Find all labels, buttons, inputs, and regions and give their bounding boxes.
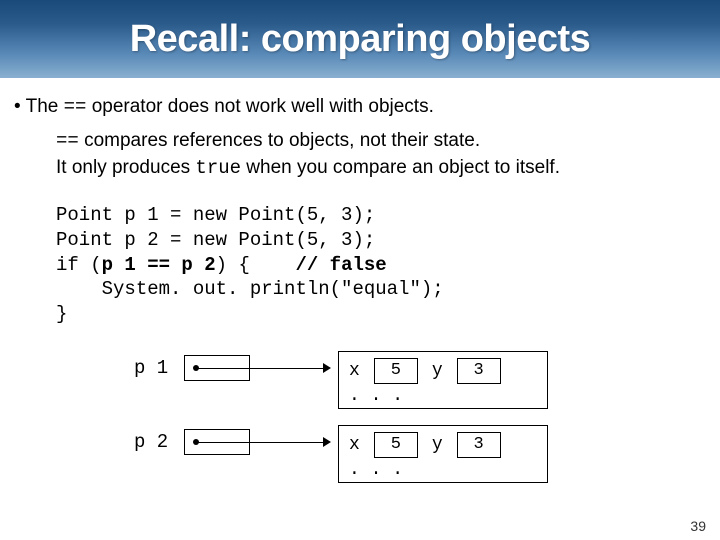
sub-line2-pre: It only produces	[56, 157, 195, 178]
code-l3b: p 1 == p 2	[102, 254, 216, 276]
ellipsis: . . .	[349, 458, 537, 480]
slide-header: Recall: comparing objects	[0, 0, 720, 78]
object-fields: x 5 y 3	[349, 432, 537, 458]
code-l5: }	[56, 303, 67, 325]
origin-dot	[193, 439, 199, 445]
field-x-value: 5	[374, 358, 418, 384]
sub-line1: compares references to objects, not thei…	[79, 130, 480, 151]
bullet-main: • The == operator does not work well wit…	[14, 96, 706, 118]
bullet-prefix: • The	[14, 96, 64, 117]
code-l1: Point p 1 = new Point(5, 3);	[56, 204, 375, 226]
memory-diagram: p 1 x 5 y 3 . . . p 2 x 5 y 3	[14, 351, 706, 483]
sub-line2-post: when you compare an object to itself.	[241, 157, 560, 178]
true-token: true	[195, 157, 241, 179]
reference-box	[184, 355, 250, 381]
page-number: 39	[690, 518, 706, 534]
slide-title: Recall: comparing objects	[130, 18, 591, 61]
field-y-label: y	[432, 361, 443, 381]
diagram-row: p 1 x 5 y 3 . . .	[134, 351, 706, 409]
code-example: Point p 1 = new Point(5, 3); Point p 2 =…	[14, 203, 706, 326]
origin-dot	[193, 365, 199, 371]
reference-box	[184, 429, 250, 455]
sub-explanation: == compares references to objects, not t…	[14, 128, 706, 181]
slide-content: • The == operator does not work well wit…	[0, 78, 720, 483]
field-x-label: x	[349, 435, 360, 455]
object-fields: x 5 y 3	[349, 358, 537, 384]
code-l3d: // false	[295, 254, 386, 276]
field-y-value: 3	[457, 358, 501, 384]
var-label: p 1	[134, 351, 184, 379]
var-label: p 2	[134, 425, 184, 453]
code-l3c: ) {	[216, 254, 296, 276]
eq-operator: ==	[64, 96, 87, 118]
ellipsis: . . .	[349, 384, 537, 406]
bullet-rest: operator does not work well with objects…	[86, 96, 433, 117]
field-y-value: 3	[457, 432, 501, 458]
code-l3a: if (	[56, 254, 102, 276]
field-y-label: y	[432, 435, 443, 455]
code-l2: Point p 2 = new Point(5, 3);	[56, 229, 375, 251]
diagram-row: p 2 x 5 y 3 . . .	[134, 425, 706, 483]
field-x-label: x	[349, 361, 360, 381]
object-box: x 5 y 3 . . .	[338, 425, 548, 483]
eq-operator-sub: ==	[56, 130, 79, 152]
code-l4: System. out. println("equal");	[56, 278, 444, 300]
object-box: x 5 y 3 . . .	[338, 351, 548, 409]
field-x-value: 5	[374, 432, 418, 458]
